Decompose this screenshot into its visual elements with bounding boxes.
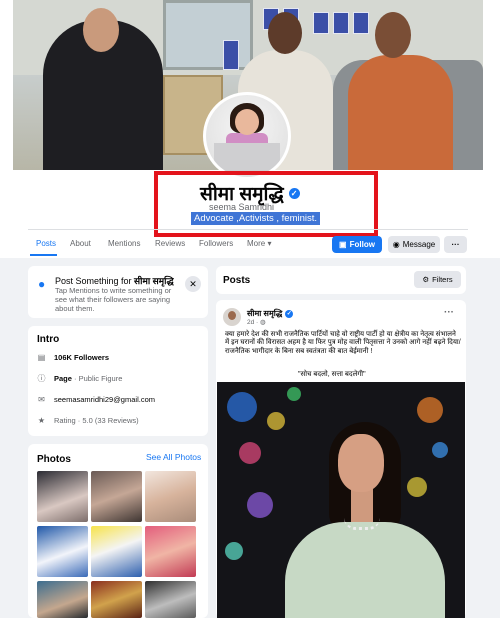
posts-header: Posts ⚙ Filters (216, 266, 466, 294)
see-all-photos-link[interactable]: See All Photos (146, 452, 201, 462)
follow-icon: ▣ (339, 240, 347, 249)
email-icon: ✉ (38, 395, 45, 404)
tabs-divider (28, 229, 468, 230)
tab-mentions[interactable]: Mentions (108, 239, 140, 248)
post-image[interactable] (217, 382, 465, 618)
photo-thumbnail[interactable] (145, 526, 196, 577)
post-author-avatar[interactable] (223, 308, 241, 326)
tab-about[interactable]: About (70, 239, 91, 248)
photo-thumbnail[interactable] (145, 581, 196, 618)
filters-button[interactable]: ⚙ Filters (414, 271, 461, 288)
photo-thumbnail[interactable] (91, 526, 142, 577)
photos-card: Photos See All Photos (28, 444, 208, 618)
post-something-description: Tap Mentions to write something or see w… (55, 286, 172, 313)
photo-thumbnail[interactable] (91, 471, 142, 522)
page-bio: Advocate ,Activists , feminist. (191, 212, 321, 225)
messenger-icon: ◉ (392, 240, 400, 249)
post-card: सीमा समृद्धि ✓ 2d · ◍ ··· क्या हमारे देश… (216, 300, 466, 618)
intro-title: Intro (37, 334, 60, 345)
photo-thumbnail[interactable] (37, 526, 88, 577)
star-icon: ★ (37, 416, 46, 425)
close-icon[interactable]: ✕ (185, 276, 201, 292)
photo-thumbnail[interactable] (145, 471, 196, 522)
rating-row[interactable]: ★ Rating · 5.0 (33 Reviews) (37, 416, 139, 425)
posts-title: Posts (223, 275, 251, 286)
page-latin-name: seema Samridhi (209, 202, 275, 212)
verified-badge-icon: ✓ (288, 187, 300, 199)
verified-badge-icon: ✓ (285, 309, 294, 318)
post-timestamp[interactable]: 2d · ◍ (247, 318, 266, 326)
profile-avatar[interactable] (203, 92, 291, 180)
tab-followers[interactable]: Followers (199, 239, 233, 248)
follow-button[interactable]: ▣ Follow (332, 236, 382, 253)
post-something-card[interactable]: ● Post Something for सीमा समृद्धि Tap Me… (28, 266, 208, 318)
followers-row[interactable]: ▤ 106K Followers (37, 353, 109, 362)
tab-reviews[interactable]: Reviews (155, 239, 185, 248)
photo-thumbnail[interactable] (37, 471, 88, 522)
email-row[interactable]: ✉ seemasamridhi29@gmail.com (37, 395, 155, 404)
tab-more[interactable]: More ▾ (247, 239, 271, 248)
intro-card: Intro ▤ 106K Followers ⓘ Page · Public F… (28, 326, 208, 436)
lightbulb-icon: ● (38, 277, 46, 291)
tab-posts[interactable]: Posts (36, 239, 56, 248)
info-icon: ⓘ (37, 374, 46, 383)
post-text: क्या हमारे देश की सभी राजनैतिक पार्टियों… (225, 331, 461, 355)
followers-icon: ▤ (37, 353, 46, 362)
filters-icon: ⚙ (422, 275, 430, 284)
globe-icon: ◍ (260, 319, 266, 326)
post-more-button[interactable]: ··· (444, 307, 454, 318)
message-button[interactable]: ◉ Message (388, 236, 440, 253)
page-type-row: ⓘ Page · Public Figure (37, 374, 123, 383)
more-options-button[interactable]: ··· (444, 236, 467, 253)
photos-title: Photos (37, 454, 71, 465)
active-tab-indicator (30, 254, 57, 256)
photo-thumbnail[interactable] (37, 581, 88, 618)
profile-header: सीमा समृद्धि ✓ seema Samridhi Advocate ,… (0, 0, 500, 258)
post-slogan: "सोच बदलो, सत्ता बदलेगी" (298, 371, 366, 378)
photo-thumbnail[interactable] (91, 581, 142, 618)
